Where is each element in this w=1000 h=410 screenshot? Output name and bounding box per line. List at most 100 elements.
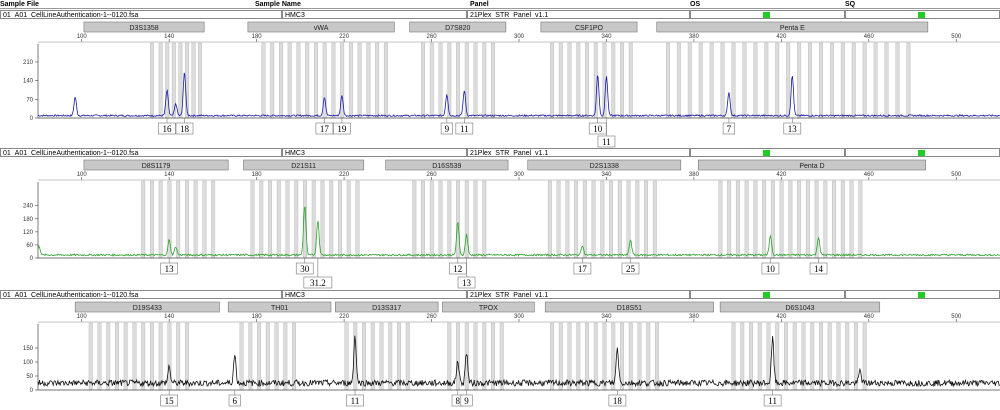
allele-bin bbox=[600, 180, 605, 259]
sample-name-cell[interactable]: HMC3 bbox=[282, 10, 467, 19]
allele-bin bbox=[626, 180, 631, 259]
allele-bin bbox=[585, 42, 589, 119]
y-tick-label: 60 bbox=[26, 243, 33, 249]
locus-label: D6S1043 bbox=[785, 305, 814, 312]
allele-bin bbox=[873, 42, 878, 119]
x-tick-label: 220 bbox=[339, 314, 350, 320]
allele-bin bbox=[823, 180, 828, 259]
allele-call-label: 18 bbox=[180, 124, 190, 134]
x-tick-label: 380 bbox=[689, 314, 700, 320]
allele-bin bbox=[294, 180, 299, 259]
allele-call-label: 18 bbox=[613, 396, 623, 406]
allele-bin bbox=[296, 42, 301, 119]
locus-label: D3S1358 bbox=[129, 25, 158, 32]
allele-call-label: 11 bbox=[460, 124, 469, 134]
col-os[interactable]: OS bbox=[690, 0, 845, 8]
allele-bin bbox=[405, 322, 410, 391]
col-sq[interactable]: SQ bbox=[845, 0, 1000, 8]
sample-info-row: 01_A01_CellLineAuthentication-1--0120.fs… bbox=[0, 148, 1000, 157]
sample-name-cell[interactable]: HMC3 bbox=[282, 290, 467, 299]
allele-bin bbox=[655, 322, 659, 391]
x-tick-label: 100 bbox=[77, 314, 88, 320]
os-cell bbox=[690, 10, 845, 19]
allele-bin bbox=[574, 180, 579, 259]
allele-bin bbox=[849, 180, 854, 259]
allele-bin bbox=[421, 42, 425, 119]
allele-bin bbox=[576, 322, 581, 391]
allele-bin bbox=[250, 180, 255, 259]
y-tick-label: 120 bbox=[23, 230, 34, 236]
sample-file-cell[interactable]: 01_A01_CellLineAuthentication-1--0120.fs… bbox=[0, 148, 282, 157]
allele-bin bbox=[287, 42, 292, 119]
allele-bin bbox=[320, 180, 325, 259]
allele-bin bbox=[840, 42, 845, 119]
allele-call-label: 10 bbox=[593, 124, 603, 134]
allele-bin bbox=[792, 322, 797, 391]
allele-bin bbox=[193, 180, 198, 259]
y-tick-label: 0 bbox=[30, 256, 34, 262]
x-tick-label: 180 bbox=[252, 314, 263, 320]
os-status-indicator bbox=[763, 292, 770, 298]
y-tick-label: 180 bbox=[23, 217, 34, 223]
x-tick-label: 340 bbox=[601, 34, 612, 40]
allele-bin bbox=[313, 42, 318, 119]
allele-call-label: 12 bbox=[453, 264, 462, 274]
allele-bin bbox=[862, 42, 867, 119]
x-tick-label: 100 bbox=[77, 34, 88, 40]
allele-bin bbox=[628, 322, 633, 391]
allele-bin bbox=[786, 42, 791, 119]
y-tick-label: 70 bbox=[26, 97, 33, 103]
panel-cell[interactable]: 21Plex_STR_Panel_v1.1 bbox=[467, 148, 690, 157]
allele-call-label: 30 bbox=[300, 264, 310, 274]
allele-bin bbox=[652, 180, 657, 259]
col-panel[interactable]: Panel bbox=[470, 0, 690, 8]
allele-call-label: 13 bbox=[462, 278, 472, 288]
allele-bin bbox=[464, 42, 469, 119]
x-tick-label: 140 bbox=[164, 314, 175, 320]
panel-cell[interactable]: 21Plex_STR_Panel_v1.1 bbox=[467, 290, 690, 299]
x-tick-label: 460 bbox=[864, 314, 875, 320]
allele-bin bbox=[718, 180, 723, 259]
allele-bin bbox=[609, 180, 614, 259]
allele-bin bbox=[456, 42, 460, 119]
sample-file-cell[interactable]: 01_A01_CellLineAuthentication-1--0120.fs… bbox=[0, 10, 282, 19]
allele-bin bbox=[550, 42, 554, 119]
allele-bin bbox=[665, 42, 670, 119]
allele-call-label: 17 bbox=[320, 124, 330, 134]
locus-label: D18S51 bbox=[617, 305, 642, 312]
allele-bin bbox=[646, 322, 651, 391]
allele-bin bbox=[375, 42, 380, 119]
locus-label: Penta D bbox=[799, 163, 824, 170]
x-tick-label: 140 bbox=[164, 172, 175, 178]
x-tick-label: 420 bbox=[776, 172, 787, 178]
sq-status-indicator bbox=[918, 292, 925, 298]
allele-bin bbox=[832, 180, 837, 259]
allele-bin bbox=[167, 322, 172, 391]
chart-black: D19S433 TH01 D13S317 TPOX D18S51 D6S1043 100 14… bbox=[23, 301, 1000, 407]
allele-bin bbox=[810, 322, 815, 391]
allele-bin bbox=[270, 42, 275, 119]
allele-bin bbox=[473, 42, 478, 119]
chart-blue: D3S1358 vWA D7S820 CSF1PO Penta E100 140 180 22… bbox=[23, 21, 1000, 148]
allele-bin bbox=[355, 180, 360, 259]
allele-call-label: 31.2 bbox=[310, 278, 326, 288]
allele-bin bbox=[731, 322, 736, 391]
allele-call-label: 10 bbox=[766, 264, 776, 274]
allele-bin bbox=[388, 322, 393, 391]
allele-bin bbox=[261, 42, 266, 119]
allele-bin bbox=[814, 180, 819, 259]
allele-bin bbox=[338, 180, 342, 259]
sample-file-cell[interactable]: 01_A01_CellLineAuthentication-1--0120.fs… bbox=[0, 290, 282, 299]
panel-cell[interactable]: 21Plex_STR_Panel_v1.1 bbox=[467, 10, 690, 19]
locus-label: D2S1338 bbox=[590, 163, 619, 170]
allele-bin bbox=[412, 180, 417, 259]
allele-bin bbox=[558, 322, 563, 391]
allele-call-label: 7 bbox=[727, 124, 732, 134]
col-sample-file[interactable]: Sample File bbox=[0, 0, 255, 8]
allele-call-label: 14 bbox=[814, 264, 824, 274]
sq-cell bbox=[845, 10, 1000, 19]
x-tick-label: 180 bbox=[252, 34, 263, 40]
sample-name-cell[interactable]: HMC3 bbox=[282, 148, 467, 157]
col-sample-name[interactable]: Sample Name bbox=[255, 0, 470, 8]
allele-bin bbox=[499, 322, 504, 391]
